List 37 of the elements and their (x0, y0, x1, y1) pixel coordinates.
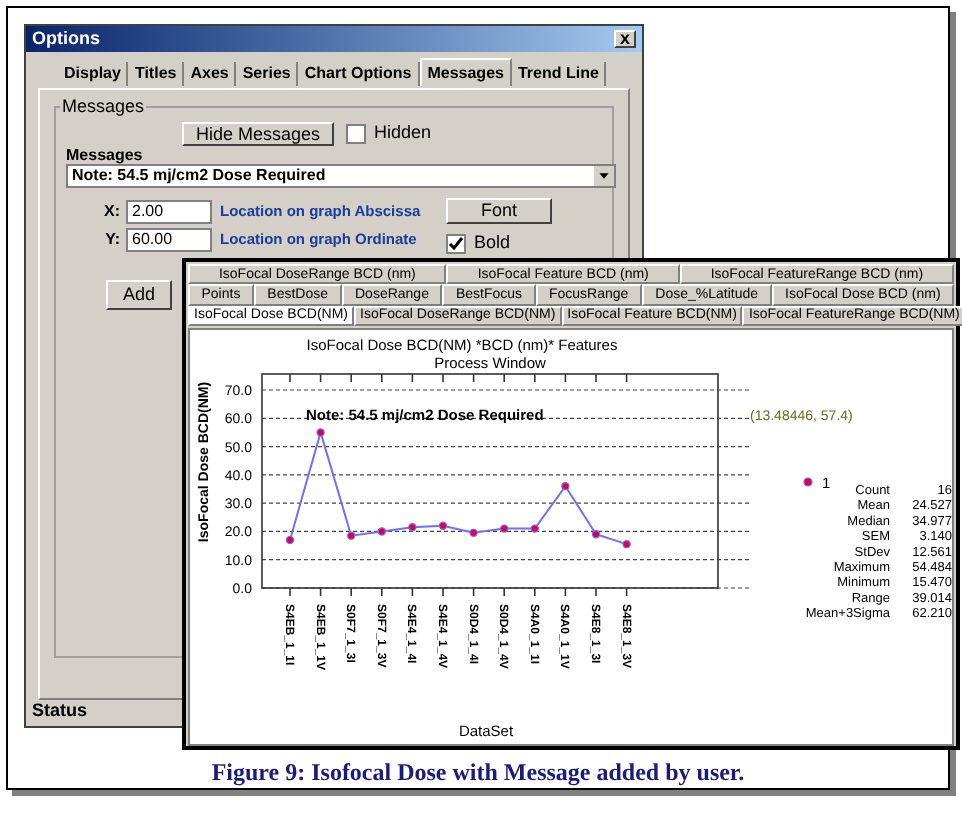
checkbox[interactable] (446, 233, 466, 254)
data-point (438, 521, 448, 530)
message-dropdown[interactable]: Note: 54.5 mj/cm2 Dose Required (66, 164, 616, 188)
input-field[interactable]: 60.00 (126, 227, 212, 251)
hide-messages-button[interactable]: Hide Messages (182, 122, 335, 146)
field-label: X: (102, 199, 122, 223)
tab[interactable]: Axes (184, 62, 237, 86)
data-point (377, 527, 386, 536)
data-point (469, 528, 478, 537)
add-button[interactable]: Add (106, 279, 172, 309)
data-point (500, 524, 509, 533)
figure-caption: Figure 9: Isofocal Dose with Message added by user. (209, 756, 747, 790)
data-point (347, 531, 356, 540)
checkbox-label: Hidden (374, 120, 432, 147)
status-text: Status (32, 698, 88, 725)
data-point (408, 522, 417, 532)
tab[interactable]: Trend Line (511, 62, 607, 86)
data-point (591, 530, 601, 539)
font-button[interactable]: Font (446, 198, 552, 224)
checkbox-label: Bold (474, 230, 511, 256)
tab[interactable]: Messages (419, 58, 512, 86)
field-label: Y: (103, 227, 122, 251)
tab[interactable]: Series (236, 62, 299, 86)
data-point (561, 481, 570, 491)
tab[interactable]: Titles (128, 62, 185, 86)
data-point (530, 524, 539, 533)
messages-label: Messages (66, 146, 145, 164)
window-title: Options (32, 25, 100, 52)
checkbox[interactable] (346, 124, 367, 144)
group-title: Messages (60, 94, 147, 121)
close-button[interactable]: x (614, 30, 636, 48)
tab[interactable]: Display (58, 62, 129, 86)
input-field[interactable]: 2.00 (126, 199, 212, 223)
data-point (316, 428, 325, 437)
data-point (285, 535, 295, 545)
data-point (622, 539, 631, 549)
dropdown-value: Note: 54.5 mj/cm2 Dose Required (72, 168, 326, 184)
